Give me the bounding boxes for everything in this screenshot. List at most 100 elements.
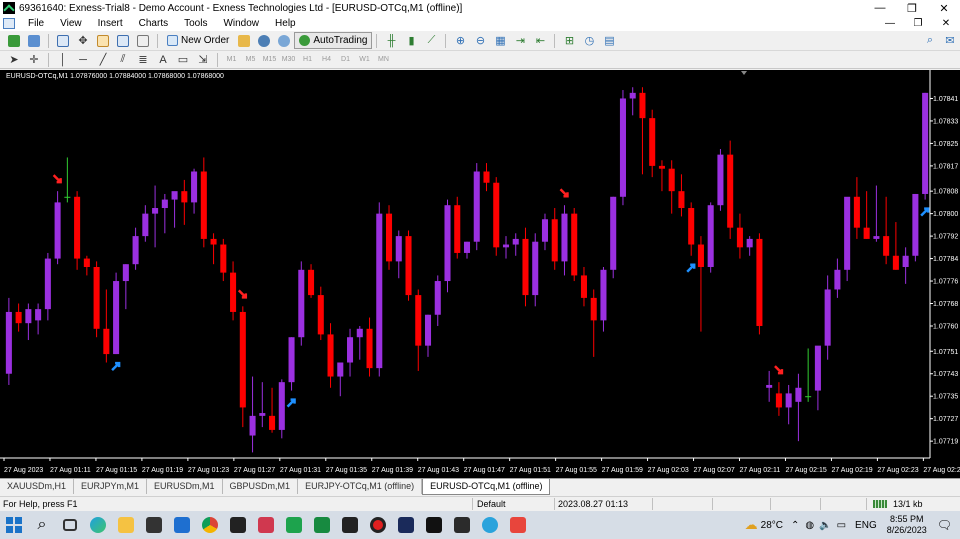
windows-taskbar: ⌕ ☁ 28°C ⌃ ◍ 🔈 ▭ ENG 8:55 PM 8/26/2023 🗨 xyxy=(0,511,960,539)
terminal-icon[interactable] xyxy=(114,33,132,49)
timeframe-h1[interactable]: H1 xyxy=(298,56,317,63)
menu-view[interactable]: View xyxy=(52,18,90,29)
text-label-icon[interactable]: ▭ xyxy=(174,52,192,68)
menu-charts[interactable]: Charts xyxy=(131,18,176,29)
notifications-icon[interactable]: 🗨 xyxy=(937,518,952,532)
navigator-icon[interactable] xyxy=(94,33,112,49)
menu-file[interactable]: File xyxy=(20,18,52,29)
telegram-icon[interactable] xyxy=(476,511,504,539)
weather-icon[interactable]: ☁ xyxy=(745,517,758,533)
minimize-button[interactable]: — xyxy=(864,2,896,14)
tray-chevron-icon[interactable]: ⌃ xyxy=(791,520,799,531)
search-icon[interactable]: ⌕ xyxy=(921,33,939,49)
templates-icon[interactable]: ▤ xyxy=(600,33,618,49)
sell-arrow xyxy=(559,188,569,198)
menu-insert[interactable]: Insert xyxy=(90,18,131,29)
network-icon[interactable]: ◍ xyxy=(805,520,814,531)
fbs-icon[interactable] xyxy=(280,511,308,539)
metaeditor-icon[interactable] xyxy=(235,33,253,49)
chat-icon[interactable]: ✉ xyxy=(941,33,959,49)
chrome-icon[interactable] xyxy=(196,511,224,539)
timeframe-m1[interactable]: M1 xyxy=(222,56,241,63)
mail-icon[interactable] xyxy=(168,511,196,539)
chart-shift-icon[interactable]: ⇥ xyxy=(511,33,529,49)
tab-eurusdm-m1[interactable]: EURUSDm,M1 xyxy=(147,479,223,494)
menu-window[interactable]: Window xyxy=(215,18,267,29)
market-watch-icon[interactable] xyxy=(54,33,72,49)
tab-xauusdm-h1[interactable]: XAUUSDm,H1 xyxy=(0,479,75,494)
app-icon-red[interactable] xyxy=(252,511,280,539)
battery-icon[interactable]: ▭ xyxy=(837,520,846,531)
menu-help[interactable]: Help xyxy=(267,18,304,29)
clock[interactable]: 8:55 PM 8/26/2023 xyxy=(887,514,927,536)
text-tool-icon[interactable]: A xyxy=(154,52,172,68)
indicators-icon[interactable]: ⊞ xyxy=(560,33,578,49)
fbs-trader-icon[interactable] xyxy=(308,511,336,539)
document-icon[interactable] xyxy=(3,18,15,29)
close-button[interactable]: ✕ xyxy=(928,2,960,15)
exness-icon[interactable] xyxy=(448,511,476,539)
record-icon[interactable] xyxy=(364,511,392,539)
tab-eurjpy-otcq-m1[interactable]: EURJPY-OTCq,M1 (offline) xyxy=(298,479,423,494)
metatrader-icon[interactable] xyxy=(224,511,252,539)
line-chart-icon[interactable]: ⟋ xyxy=(422,33,440,49)
market-icon[interactable] xyxy=(275,33,293,49)
timeframe-m5[interactable]: M5 xyxy=(241,56,260,63)
vertical-line-icon[interactable]: │ xyxy=(54,52,72,68)
arrows-icon[interactable]: ⇲ xyxy=(194,52,212,68)
fibonacci-icon[interactable]: ≣ xyxy=(134,52,152,68)
edge-icon[interactable] xyxy=(84,511,112,539)
timeframe-w1[interactable]: W1 xyxy=(355,56,374,63)
signals-icon[interactable] xyxy=(255,33,273,49)
timeframe-mn[interactable]: MN xyxy=(374,56,393,63)
chart-window[interactable]: 1.07841 1.07833 1.07825 1.07817 1.07808 1.078… xyxy=(0,70,960,478)
volume-icon[interactable]: 🔈 xyxy=(819,520,831,531)
crosshair-icon[interactable]: ✛ xyxy=(25,52,43,68)
tab-gbpusdm-m1[interactable]: GBPUSDm,M1 xyxy=(223,479,299,494)
zoom-in-icon[interactable]: ⊕ xyxy=(451,33,469,49)
menu-tools[interactable]: Tools xyxy=(176,18,215,29)
tile-windows-icon[interactable]: ▦ xyxy=(491,33,509,49)
trendline-icon[interactable]: ╱ xyxy=(94,52,112,68)
media-icon[interactable] xyxy=(336,511,364,539)
new-order-button[interactable]: New Order xyxy=(162,32,234,49)
timeframe-h4[interactable]: H4 xyxy=(317,56,336,63)
strategy-tester-icon[interactable] xyxy=(134,33,152,49)
anydesk-icon[interactable] xyxy=(504,511,532,539)
zoom-out-icon[interactable]: ⊖ xyxy=(471,33,489,49)
y-tick-label: 1.07841 xyxy=(933,96,958,103)
candlestick-icon[interactable]: ▮ xyxy=(402,33,420,49)
timeframe-d1[interactable]: D1 xyxy=(336,56,355,63)
start-icon[interactable] xyxy=(0,511,28,539)
auto-scroll-icon[interactable]: ⇤ xyxy=(531,33,549,49)
autotrading-button[interactable]: AutoTrading xyxy=(294,32,373,49)
mdi-close-button[interactable]: ✕ xyxy=(932,18,960,29)
app-icon-x[interactable] xyxy=(392,511,420,539)
status-profile[interactable]: Default xyxy=(477,499,506,509)
store-icon[interactable] xyxy=(140,511,168,539)
profiles-icon[interactable] xyxy=(25,33,43,49)
file-explorer-icon[interactable] xyxy=(112,511,140,539)
new-chart-icon[interactable] xyxy=(5,33,23,49)
search-icon[interactable]: ⌕ xyxy=(28,511,56,539)
language-indicator[interactable]: ENG xyxy=(855,520,877,531)
tradingview-icon[interactable] xyxy=(420,511,448,539)
horizontal-line-icon[interactable]: ─ xyxy=(74,52,92,68)
mdi-restore-button[interactable]: ❐ xyxy=(904,18,932,29)
channel-icon[interactable]: ⫽ xyxy=(114,52,132,68)
task-view-icon[interactable] xyxy=(56,511,84,539)
connection-bars-icon[interactable] xyxy=(873,500,887,508)
mdi-minimize-button[interactable]: — xyxy=(876,18,904,29)
maximize-button[interactable]: ❐ xyxy=(896,2,928,15)
tab-eurusd-otcq-m1[interactable]: EURUSD-OTCq,M1 (offline) xyxy=(422,479,551,495)
data-window-icon[interactable]: ✥ xyxy=(74,33,92,49)
candle-body xyxy=(522,238,529,296)
bar-chart-icon[interactable]: ╫ xyxy=(382,33,400,49)
periods-icon[interactable]: ◷ xyxy=(580,33,598,49)
candlestick-chart[interactable]: 1.07841 1.07833 1.07825 1.07817 1.07808 1.078… xyxy=(0,70,960,478)
weather-temp[interactable]: 28°C xyxy=(761,520,783,531)
timeframe-m30[interactable]: M30 xyxy=(279,56,298,63)
timeframe-m15[interactable]: M15 xyxy=(260,56,279,63)
tab-eurjpym-m1[interactable]: EURJPYm,M1 xyxy=(74,479,148,494)
cursor-icon[interactable]: ➤ xyxy=(5,52,23,68)
